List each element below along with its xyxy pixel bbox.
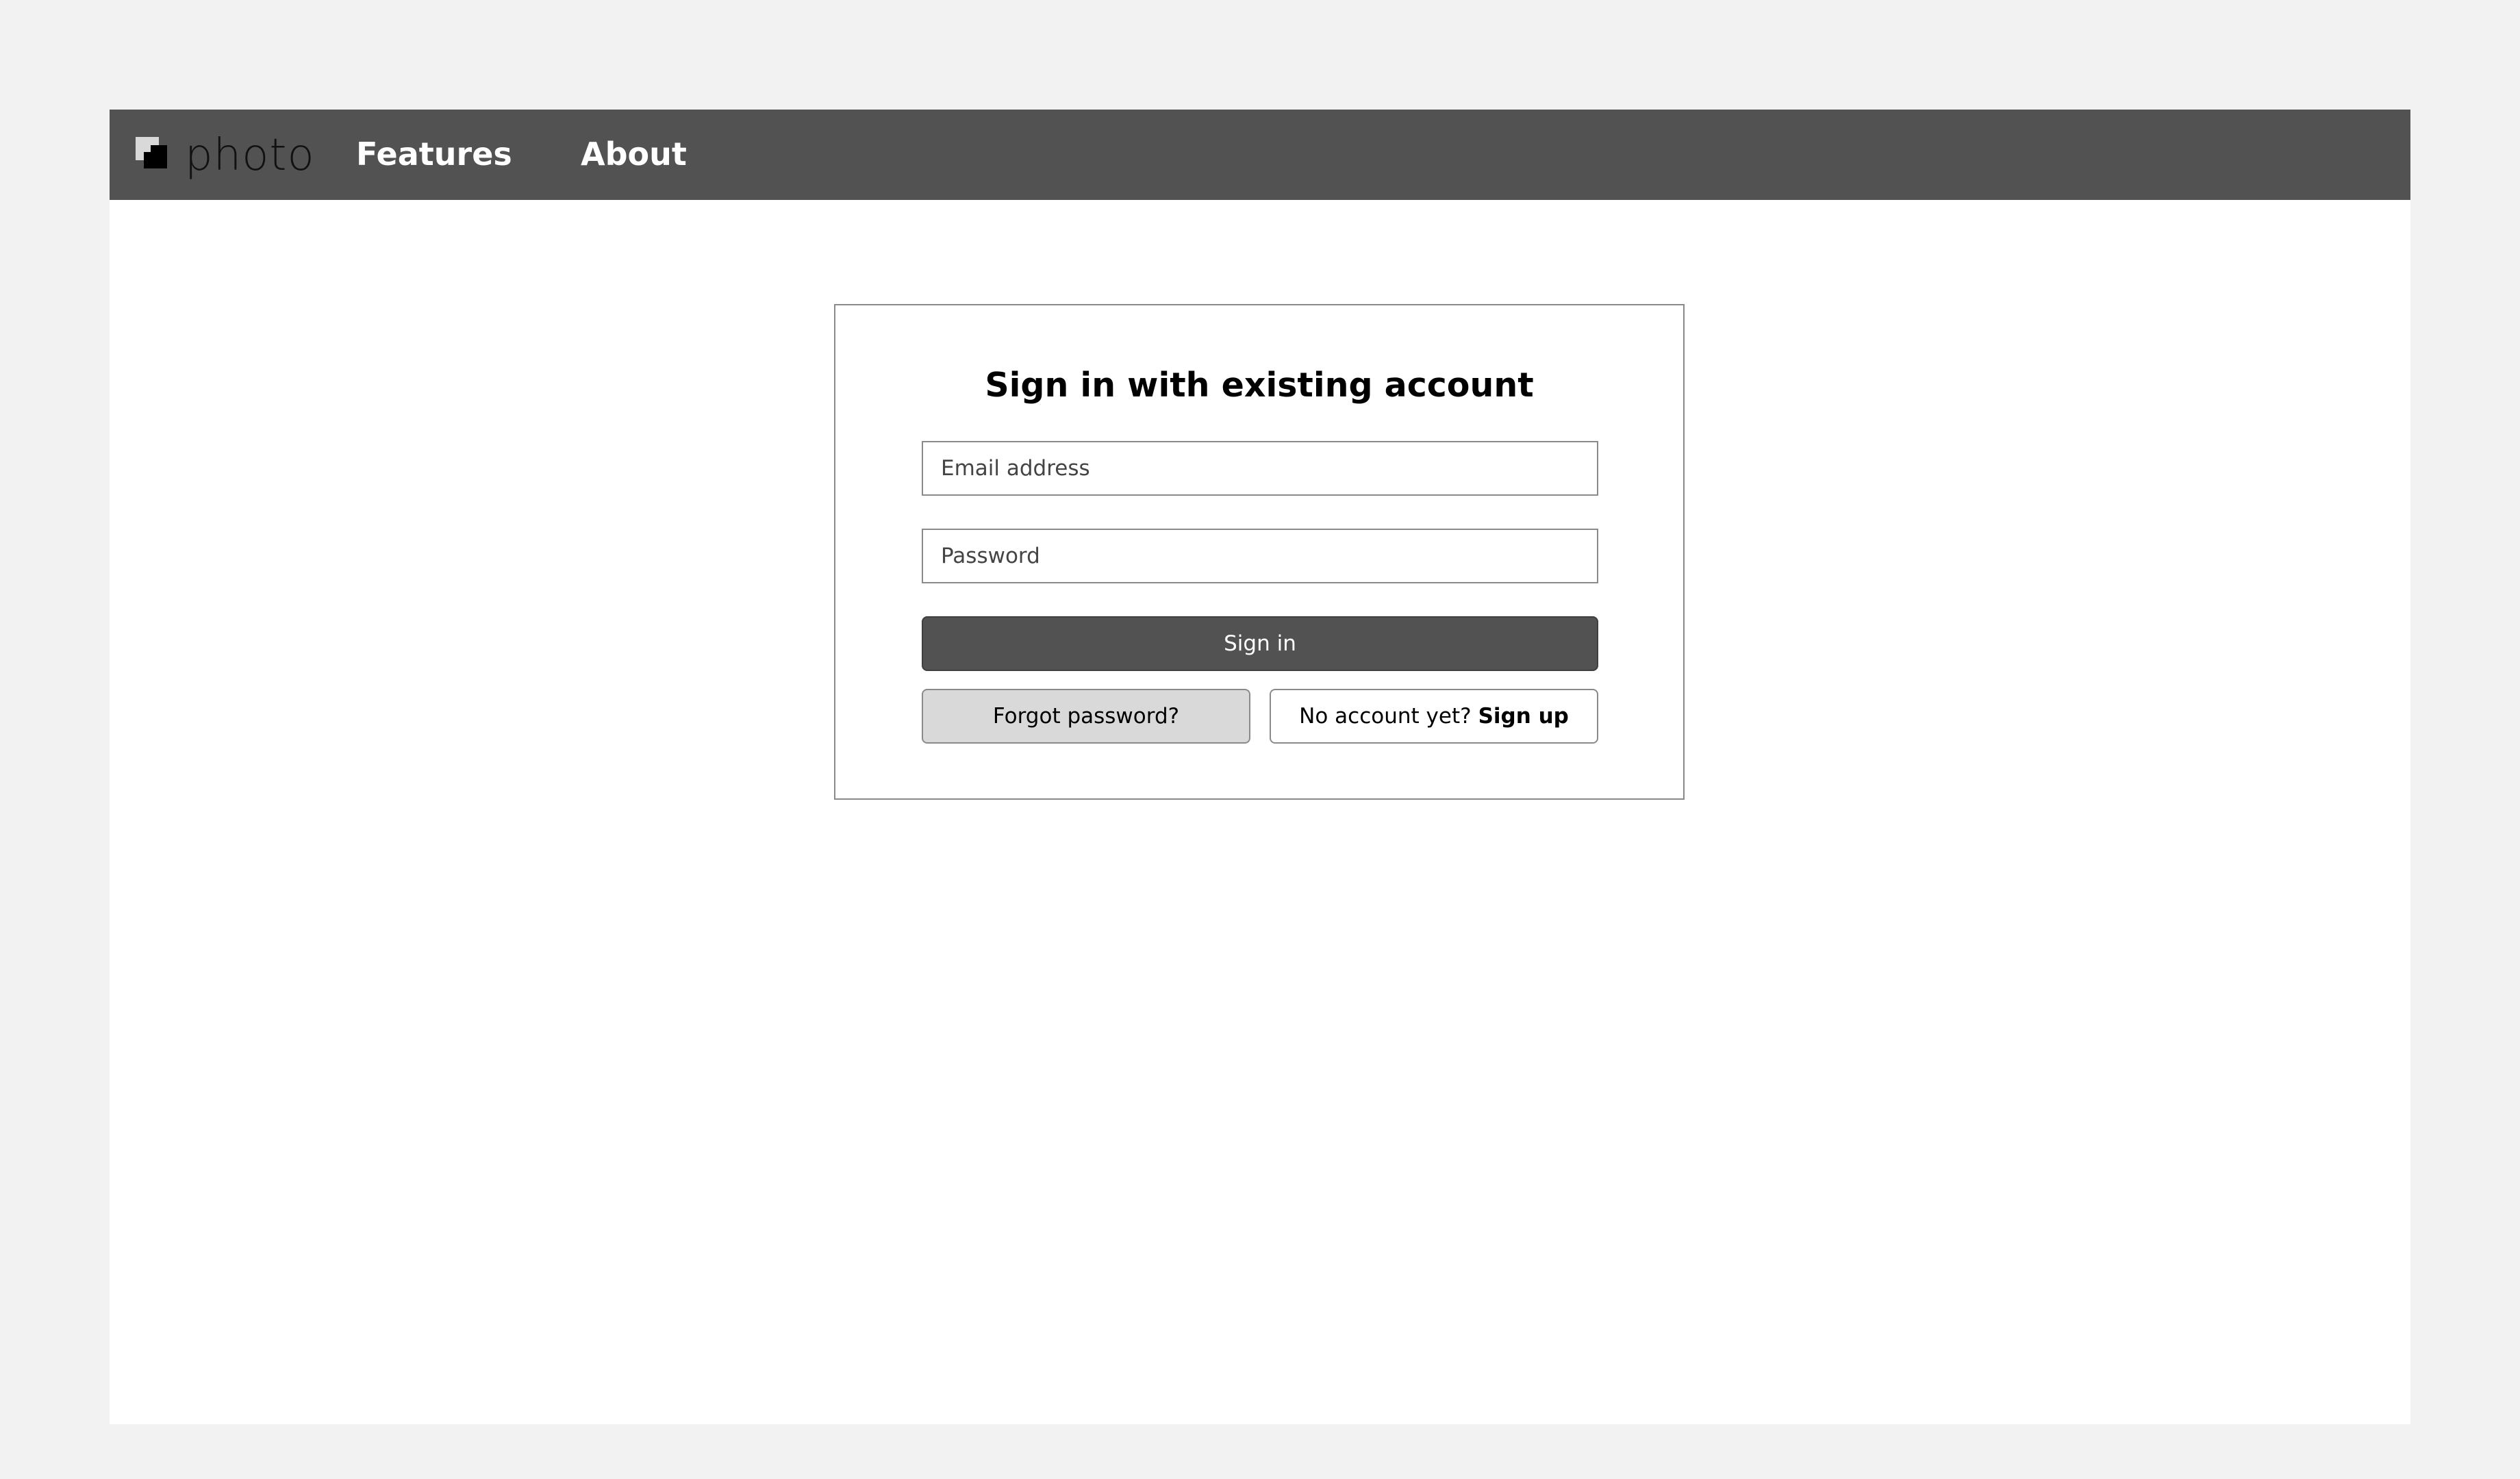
app-frame: photo Features About Sign in with existi… xyxy=(110,110,2410,1424)
password-field[interactable] xyxy=(922,529,1598,583)
nav-link-features[interactable]: Features xyxy=(356,136,512,173)
signin-button[interactable]: Sign in xyxy=(922,616,1598,671)
nav-link-about[interactable]: About xyxy=(581,136,687,173)
logo[interactable]: photo xyxy=(136,131,315,179)
layered-squares-icon xyxy=(136,137,167,168)
navbar: photo Features About xyxy=(110,110,2410,200)
signup-prompt: No account yet? xyxy=(1299,704,1472,729)
signin-title: Sign in with existing account xyxy=(985,366,1534,405)
logo-text: photo xyxy=(185,130,315,181)
email-field[interactable] xyxy=(922,441,1598,496)
forgot-password-button[interactable]: Forgot password? xyxy=(922,689,1250,744)
signin-card: Sign in with existing account Sign in Fo… xyxy=(834,304,1685,800)
signup-label: Sign up xyxy=(1478,704,1569,729)
signup-button[interactable]: No account yet? Sign up xyxy=(1270,689,1598,744)
